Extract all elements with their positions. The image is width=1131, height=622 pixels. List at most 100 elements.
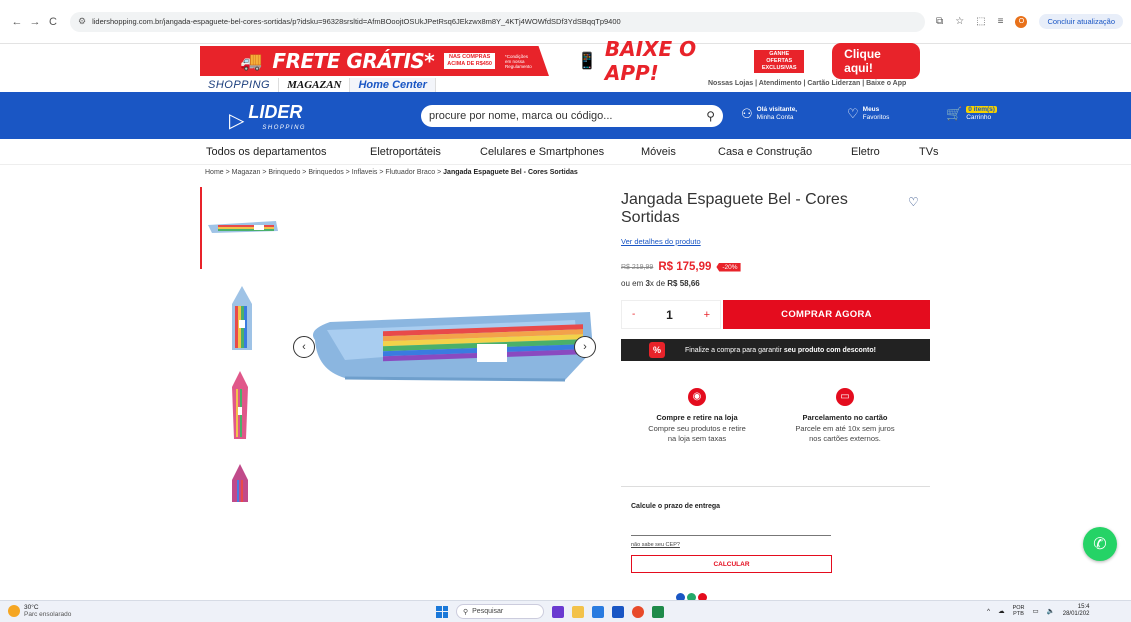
calculate-shipping-button[interactable]: CALCULAR <box>631 555 832 573</box>
favorite-heart-icon[interactable]: ♡ <box>908 195 919 209</box>
price-row: R$ 219,99 R$ 175,99 -20% <box>621 261 741 273</box>
category-tvs[interactable]: TVs <box>919 146 939 158</box>
word-icon[interactable] <box>612 605 624 618</box>
category-all-departments[interactable]: Todos os departamentos <box>206 146 326 158</box>
click-here-button[interactable]: Clique aqui! <box>832 43 920 79</box>
weather-temp: 30°C <box>24 604 39 611</box>
benefit-installments: ▭ Parcelamento no cartão Parcele em até … <box>780 388 910 444</box>
address-bar[interactable]: ⚙ lidershopping.com.br/jangada-espaguete… <box>70 11 925 32</box>
category-moveis[interactable]: Móveis <box>641 146 676 158</box>
thumbnail-2[interactable] <box>230 284 254 352</box>
benefit-installments-line1: Parcele em até 10x sem juros <box>795 424 895 433</box>
extensions-icon[interactable]: ⬚ <box>976 16 985 27</box>
weather-text: 30°C Parc ensolarado <box>24 604 71 618</box>
favorites-text: Meus Favoritos <box>863 106 890 122</box>
thumbnail-1[interactable] <box>206 217 280 237</box>
cart-text: 0 item(s) Carrinho <box>966 106 997 122</box>
category-casa-construcao[interactable]: Casa e Construção <box>718 146 812 158</box>
store-tab-magazan[interactable]: MAGAZAN <box>279 78 351 92</box>
install-icon[interactable]: ⧉ <box>936 16 943 27</box>
buy-now-button[interactable]: COMPRAR AGORA <box>723 300 930 329</box>
promo-banner[interactable]: 🚚 FRETE GRÁTIS* NAS COMPRAS ACIMA DE R$4… <box>200 37 920 85</box>
gallery-next-button[interactable]: › <box>574 336 596 358</box>
logo-name: LIDER <box>248 102 303 122</box>
ganhe-line2: EXCLUSIVAS <box>761 64 797 71</box>
system-tray: ^ ☁ POR PTB ▭ 🔈 15:4 28/01/202 <box>987 604 1089 618</box>
frete-tag-line2: ACIMA DE R$450 <box>447 61 492 67</box>
category-eletro[interactable]: Eletro <box>851 146 880 158</box>
search-icon[interactable]: ⚲ <box>706 109 715 123</box>
top-links[interactable]: Nossas Lojas | Atendimento | Cartão Lide… <box>708 80 906 87</box>
category-eletroportateis[interactable]: Eletroportáteis <box>370 146 441 158</box>
chrome-icon[interactable] <box>632 605 644 618</box>
site-logo[interactable]: ▷ LIDER SHOPPING <box>229 102 307 136</box>
benefit-installments-title: Parcelamento no cartão <box>802 413 888 422</box>
product-details-link[interactable]: Ver detalhes do produto <box>621 237 701 246</box>
qty-value[interactable]: 1 <box>666 308 673 322</box>
logo-subtitle: SHOPPING <box>262 125 307 131</box>
store-tab-home-center[interactable]: Home Center <box>350 78 436 92</box>
language-indicator[interactable]: POR PTB <box>1013 605 1025 617</box>
profile-avatar[interactable]: O <box>1015 15 1028 28</box>
category-celulares[interactable]: Celulares e Smartphones <box>480 146 604 158</box>
lang-line2: PTB <box>1013 611 1024 617</box>
thumbnail-4[interactable] <box>230 462 250 502</box>
promo-text-b: seu produto com desconto! <box>783 346 876 354</box>
installments-prefix: ou em <box>621 279 646 288</box>
truck-icon: 🚚 <box>240 50 263 71</box>
back-button[interactable]: ← <box>8 16 26 28</box>
app-banner[interactable]: 📱 BAIXE O APP! GANHE OFERTAS EXCLUSIVAS … <box>577 37 920 85</box>
location-pin-icon: ◉ <box>688 388 706 406</box>
bookmark-star-icon[interactable]: ☆ <box>955 16 964 27</box>
windows-start-icon[interactable] <box>436 605 448 618</box>
excel-icon[interactable] <box>652 605 664 618</box>
taskbar-search[interactable]: ⚲ Pesquisar <box>456 604 544 619</box>
cep-input[interactable] <box>631 524 831 536</box>
ganhe-line1: GANHE OFERTAS <box>766 50 793 64</box>
clock-time: 15:4 <box>1077 604 1090 610</box>
unknown-cep-link[interactable]: não sabe seu CEP? <box>631 542 680 548</box>
search-input[interactable]: procure por nome, marca ou código... ⚲ <box>421 105 723 127</box>
whatsapp-button[interactable]: ✆ <box>1083 527 1117 561</box>
browser-toolbar: ← → C ⚙ lidershopping.com.br/jangada-esp… <box>0 0 1131 44</box>
volume-icon[interactable]: 🔈 <box>1047 607 1055 615</box>
exclusive-offers-tag: GANHE OFERTAS EXCLUSIVAS <box>754 49 805 73</box>
qty-increase-button[interactable]: + <box>704 309 710 321</box>
reload-button[interactable]: C <box>44 16 62 28</box>
quantity-stepper[interactable]: - 1 + <box>621 300 721 329</box>
clock[interactable]: 15:4 28/01/202 <box>1063 604 1090 618</box>
qty-decrease-button[interactable]: - <box>632 309 635 320</box>
favorites-link[interactable]: ♡ Meus Favoritos <box>847 106 889 122</box>
account-text: Olá visitante, Minha Conta <box>757 106 797 122</box>
product-main-image[interactable] <box>305 300 595 395</box>
display-icon[interactable]: ▭ <box>1032 607 1038 615</box>
breadcrumb-path[interactable]: Home > Magazan > Brinquedo > Brinquedos … <box>205 169 443 176</box>
app-icon-1[interactable] <box>552 605 564 618</box>
installments-value: R$ 58,66 <box>667 279 700 288</box>
breadcrumb[interactable]: Home > Magazan > Brinquedo > Brinquedos … <box>205 169 578 176</box>
forward-button[interactable]: → <box>26 16 44 28</box>
reading-list-icon[interactable]: ≡ <box>998 16 1004 27</box>
clock-date: 28/01/202 <box>1062 611 1090 617</box>
tray-app-icon[interactable]: ☁ <box>998 607 1005 615</box>
store-tab-shopping[interactable]: SHOPPING <box>200 78 280 92</box>
account-link[interactable]: ⚇ Olá visitante, Minha Conta <box>741 106 797 122</box>
gallery-prev-button[interactable]: ‹ <box>293 336 315 358</box>
free-shipping-text: FRETE GRÁTIS* <box>272 49 435 73</box>
tray-chevron-icon[interactable]: ^ <box>987 608 990 615</box>
teams-icon[interactable] <box>592 605 604 618</box>
credit-card-icon: ▭ <box>836 388 854 406</box>
stores-bar: SHOPPING MAGAZAN Home Center Nossas Loja… <box>0 78 1131 92</box>
site-info-icon[interactable]: ⚙ <box>78 16 86 27</box>
cart-link[interactable]: 🛒 0 item(s) Carrinho <box>946 106 997 122</box>
update-button[interactable]: Concluir atualização <box>1039 14 1123 29</box>
file-explorer-icon[interactable] <box>572 605 584 618</box>
free-shipping-banner[interactable]: 🚚 FRETE GRÁTIS* NAS COMPRAS ACIMA DE R$4… <box>200 46 549 76</box>
promo-strip-text: Finalize a compra para garantir seu prod… <box>685 347 876 354</box>
weather-widget[interactable]: 30°C Parc ensolarado <box>8 604 71 618</box>
user-icon: ⚇ <box>741 106 753 121</box>
thumbnail-3[interactable] <box>230 369 250 441</box>
taskbar: 30°C Parc ensolarado ⚲ Pesquisar ^ ☁ POR P… <box>0 600 1131 622</box>
discount-promo-strip: % Finalize a compra para garantir seu pr… <box>621 339 930 361</box>
chevron-right-icon: › <box>583 341 587 353</box>
